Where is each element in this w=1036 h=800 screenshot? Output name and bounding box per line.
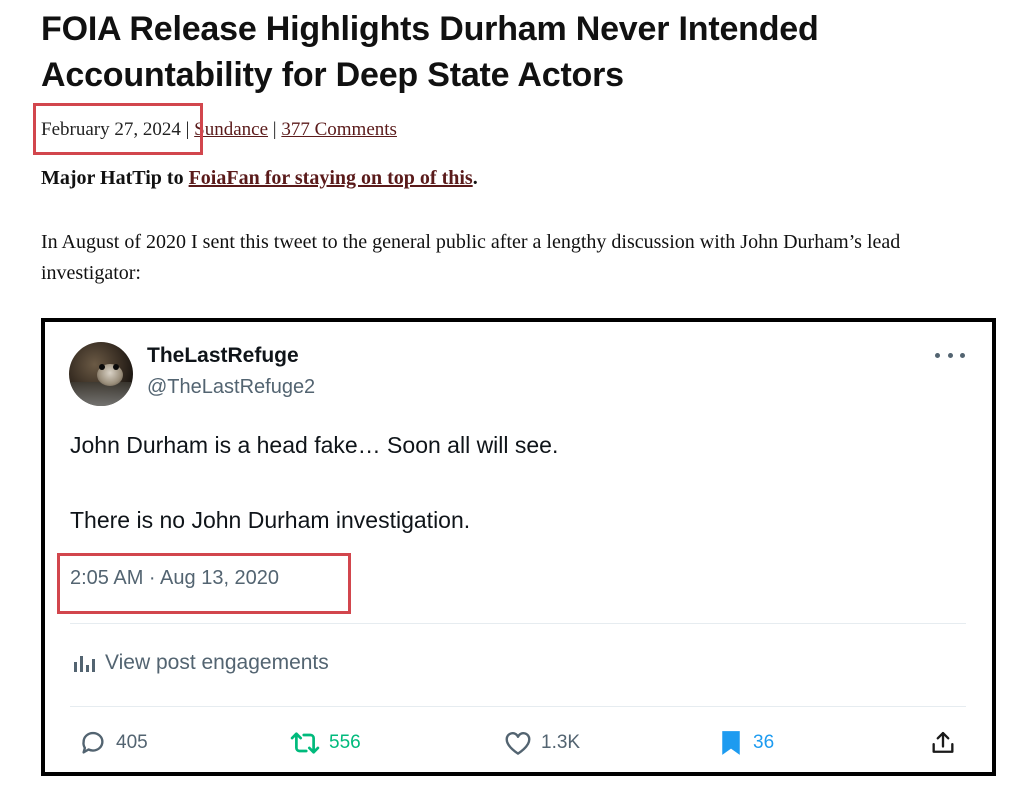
hattip-prefix: Major HatTip to bbox=[41, 167, 189, 189]
meta-separator: | bbox=[272, 119, 277, 140]
like-button[interactable]: 1.3K bbox=[503, 728, 580, 758]
bookmark-icon bbox=[717, 728, 745, 758]
bookmark-button[interactable]: 36 bbox=[717, 728, 774, 758]
article-paragraph: In August of 2020 I sent this tweet to t… bbox=[41, 231, 901, 284]
divider bbox=[70, 706, 966, 707]
share-icon bbox=[929, 728, 957, 758]
tweet-handle[interactable]: @TheLastRefuge2 bbox=[147, 376, 315, 399]
tweet-text-line-1: John Durham is a head fake… Soon all wil… bbox=[70, 432, 559, 458]
hattip-suffix: . bbox=[472, 167, 478, 189]
divider bbox=[70, 623, 966, 624]
repost-count: 556 bbox=[329, 732, 361, 753]
bar-chart-icon bbox=[74, 654, 95, 672]
like-icon bbox=[503, 728, 533, 758]
hattip-line: Major HatTip to FoiaFan for staying on t… bbox=[41, 167, 478, 190]
reply-count: 405 bbox=[116, 732, 148, 753]
reply-icon bbox=[78, 728, 108, 758]
hattip-link[interactable]: FoiaFan for staying on top of this bbox=[189, 167, 473, 189]
tweet-text-line-2: There is no John Durham investigation. bbox=[70, 507, 471, 533]
reply-button[interactable]: 405 bbox=[78, 728, 148, 758]
view-engagements-button[interactable]: View post engagements bbox=[74, 651, 329, 675]
timestamp-highlight-box bbox=[57, 553, 351, 614]
article-headline: FOIA Release Highlights Durham Never Int… bbox=[41, 10, 819, 94]
date-highlight-box bbox=[33, 103, 203, 155]
avatar[interactable] bbox=[69, 342, 133, 406]
author-link[interactable]: Sundance bbox=[194, 119, 268, 140]
more-icon[interactable] bbox=[935, 345, 965, 365]
avatar-background bbox=[69, 382, 133, 406]
like-count: 1.3K bbox=[541, 732, 581, 753]
comments-link[interactable]: 377 Comments bbox=[281, 119, 397, 140]
bookmark-count: 36 bbox=[753, 732, 775, 753]
avatar-eye bbox=[99, 364, 105, 370]
tweet-display-name[interactable]: TheLastRefuge bbox=[147, 344, 299, 368]
avatar-eye bbox=[113, 364, 119, 370]
repost-button[interactable]: 556 bbox=[289, 728, 361, 758]
engagements-label: View post engagements bbox=[105, 651, 329, 674]
share-button[interactable] bbox=[929, 728, 957, 758]
repost-icon bbox=[289, 728, 321, 758]
